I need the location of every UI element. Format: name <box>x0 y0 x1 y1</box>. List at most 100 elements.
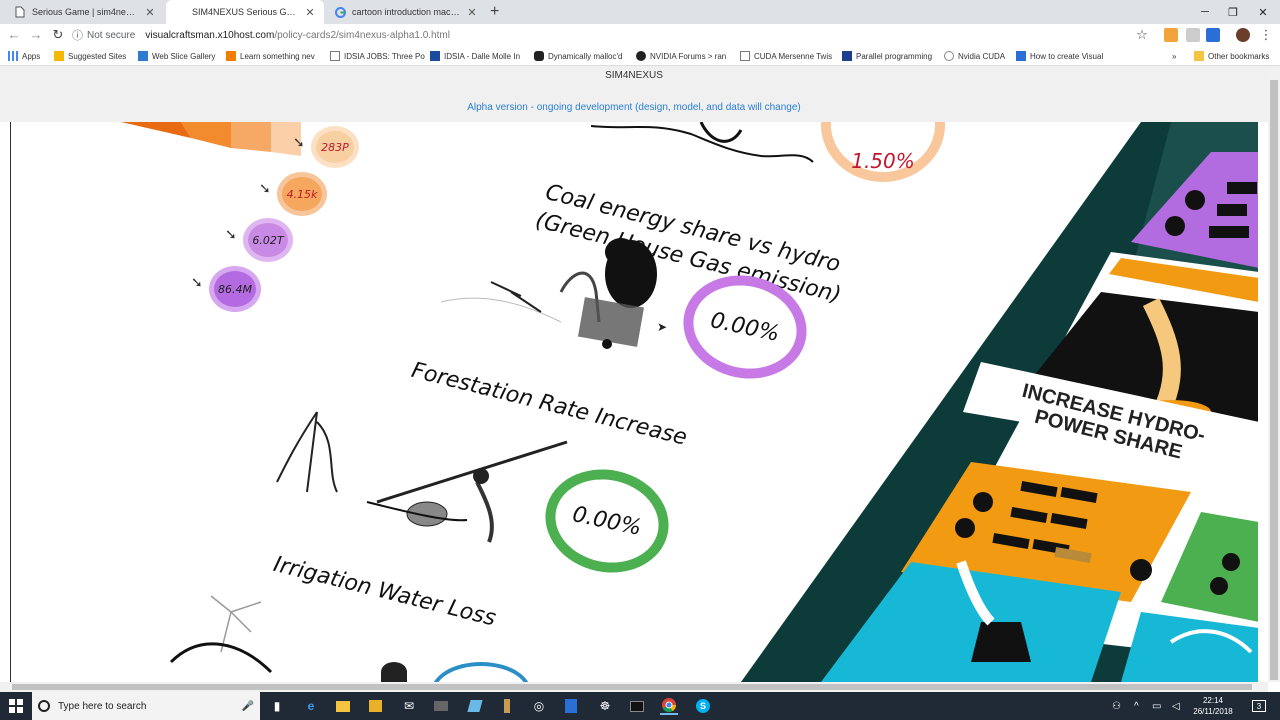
bookmark-item[interactable]: Web Slice Gallery <box>138 49 215 63</box>
bookmark-item[interactable]: IDSIA - Dalle Molle In <box>430 49 520 63</box>
bookmark-item[interactable]: Dynamically malloc'd <box>534 49 622 63</box>
app-icon[interactable] <box>432 697 450 715</box>
indicator-value: 0.00% <box>570 501 644 541</box>
other-bookmarks[interactable]: Other bookmarks <box>1194 49 1269 63</box>
windows-start-icon[interactable] <box>0 692 32 720</box>
site-title: SIM4NEXUS <box>605 70 663 81</box>
bookmark-item[interactable]: Learn something nev <box>226 49 315 63</box>
clock-date: 26/11/2018 <box>1193 707 1233 716</box>
bookmark-item[interactable]: Nvidia CUDA <box>944 49 1005 63</box>
google-icon <box>334 6 346 18</box>
browser-toolbar: ← → ↻ ⓘ Not secure visualcraftsman.x10ho… <box>0 24 1280 46</box>
page-header: SIM4NEXUS Alpha version - ongoing develo… <box>0 66 1268 122</box>
bookmark-item[interactable]: NVIDIA Forums > ran <box>636 49 726 63</box>
bookmark-item[interactable]: Suggested Sites <box>54 49 126 63</box>
extension-icon[interactable] <box>1186 28 1200 42</box>
bookmark-apps[interactable]: Apps <box>8 49 40 63</box>
bookmark-item[interactable]: CUDA Mersenne Twis <box>740 49 832 63</box>
url-host: visualcraftsman.x10host.com <box>145 29 275 41</box>
mail-icon[interactable]: ✉ <box>400 697 418 715</box>
folder-icon <box>1194 51 1204 61</box>
close-tab-icon[interactable]: ✕ <box>304 6 316 19</box>
scrollbar-thumb[interactable] <box>12 684 1252 690</box>
info-icon[interactable]: ⓘ <box>72 27 83 43</box>
back-icon[interactable]: ← <box>6 27 22 43</box>
mini-indicator: 6.02T <box>243 218 293 262</box>
tab-google-search[interactable]: cartoon introduction macroeconomics ✕ <box>326 0 486 24</box>
mouse-cursor-icon: ➤ <box>657 320 668 334</box>
forward-icon[interactable]: → <box>28 27 44 43</box>
notifications-icon[interactable]: 3 <box>1252 692 1266 720</box>
task-view-icon[interactable]: ▮ <box>268 697 286 715</box>
bookmark-item[interactable]: How to create Visual <box>1016 49 1103 63</box>
apps-icon <box>8 51 18 61</box>
notification-count: 3 <box>1252 700 1266 712</box>
bat-icon <box>534 51 544 61</box>
file-explorer-icon[interactable] <box>334 697 352 715</box>
mini-indicator: 4.15k <box>277 172 327 216</box>
webslice-icon <box>138 51 148 61</box>
taskbar-search[interactable]: Type here to search 🎤 <box>32 692 260 720</box>
bookmark-item[interactable]: IDSIA JOBS: Three Po <box>330 49 425 63</box>
bookmark-star-icon[interactable]: ☆ <box>1134 27 1150 43</box>
indicator-ring-irrigation[interactable] <box>431 662 531 682</box>
horizontal-scrollbar[interactable] <box>0 682 1268 692</box>
bookmarks-overflow-icon[interactable]: » <box>1172 49 1176 63</box>
extension-icon[interactable] <box>1206 28 1220 42</box>
tab-title: SIM4NEXUS Serious Game <box>192 7 298 17</box>
system-clock[interactable]: 22:14 26/11/2018 <box>1188 695 1238 717</box>
irrigation-illustration <box>169 595 273 674</box>
mini-indicator: 283P <box>311 126 359 168</box>
tab-strip: Serious Game | sim4nexus ✕ SIM4NEXUS Ser… <box>0 0 1280 24</box>
clock-time: 22:14 <box>1202 696 1224 705</box>
idsia-icon <box>430 51 440 61</box>
close-window-icon[interactable]: ✕ <box>1246 0 1280 24</box>
tab-title: cartoon introduction macroeconomics <box>352 7 460 17</box>
arrow-icon: ➘ <box>225 226 237 242</box>
volume-icon[interactable]: ◁ <box>1172 692 1180 720</box>
network-icon[interactable]: ▭ <box>1152 692 1161 720</box>
visual-studio-icon[interactable] <box>562 697 580 715</box>
new-tab-icon[interactable]: + <box>490 3 499 21</box>
app-icon[interactable]: ◎ <box>530 697 548 715</box>
people-icon[interactable]: ⚇ <box>1112 692 1121 720</box>
rss-extension-icon[interactable] <box>1164 28 1178 42</box>
bookmark-label: NVIDIA Forums > ran <box>650 51 727 61</box>
arrow-icon: ➘ <box>259 180 271 196</box>
game-canvas[interactable]: 283P 4.15k 6.02T 86.4M ➘ ➘ ➘ ➘ 1.50% Coa… <box>10 122 1258 682</box>
restore-icon[interactable]: ❐ <box>1216 0 1250 24</box>
bookmark-label: Dynamically malloc'd <box>548 51 623 61</box>
chrome-icon[interactable] <box>660 697 678 715</box>
skype-icon[interactable]: S <box>694 697 712 715</box>
close-tab-icon[interactable]: ✕ <box>466 6 478 19</box>
scrollbar-thumb[interactable] <box>1270 80 1278 680</box>
app-icon[interactable] <box>498 697 516 715</box>
tab-sim4nexus[interactable]: SIM4NEXUS Serious Game ✕ <box>166 0 324 24</box>
app-icon[interactable] <box>466 697 484 715</box>
security-label: Not secure <box>87 29 136 41</box>
vertical-scrollbar[interactable] <box>1268 66 1280 682</box>
mini-indicator: 86.4M <box>209 266 261 312</box>
edge-icon[interactable]: e <box>302 697 320 715</box>
app-icon[interactable]: ☸ <box>596 697 614 715</box>
alpha-notice: Alpha version - ongoing development (des… <box>467 102 801 113</box>
bookmark-item[interactable]: Parallel programming <box>842 49 932 63</box>
address-bar[interactable]: ⓘ Not secure visualcraftsman.x10host.com… <box>72 26 1152 44</box>
tab-serious-game[interactable]: Serious Game | sim4nexus ✕ <box>6 0 164 24</box>
coal-cart-illustration <box>440 238 657 349</box>
bookmarks-bar: Apps Suggested Sites Web Slice Gallery L… <box>0 46 1280 66</box>
store-icon[interactable] <box>366 697 384 715</box>
bookmark-label: IDSIA - Dalle Molle In <box>444 51 521 61</box>
menu-icon[interactable]: ⋮ <box>1258 27 1274 43</box>
close-tab-icon[interactable]: ✕ <box>144 6 156 19</box>
reload-icon[interactable]: ↻ <box>50 27 66 43</box>
gear-icon <box>944 51 954 61</box>
bookmark-label: Parallel programming <box>856 51 933 61</box>
bookmark-label: Web Slice Gallery <box>152 51 216 61</box>
microphone-icon[interactable]: 🎤 <box>242 701 254 712</box>
terminal-icon[interactable] <box>628 697 646 715</box>
avatar[interactable] <box>1236 28 1250 42</box>
arrow-icon: ➘ <box>191 274 203 290</box>
tray-chevron-icon[interactable]: ^ <box>1134 692 1139 720</box>
sketch-detail <box>381 662 407 682</box>
